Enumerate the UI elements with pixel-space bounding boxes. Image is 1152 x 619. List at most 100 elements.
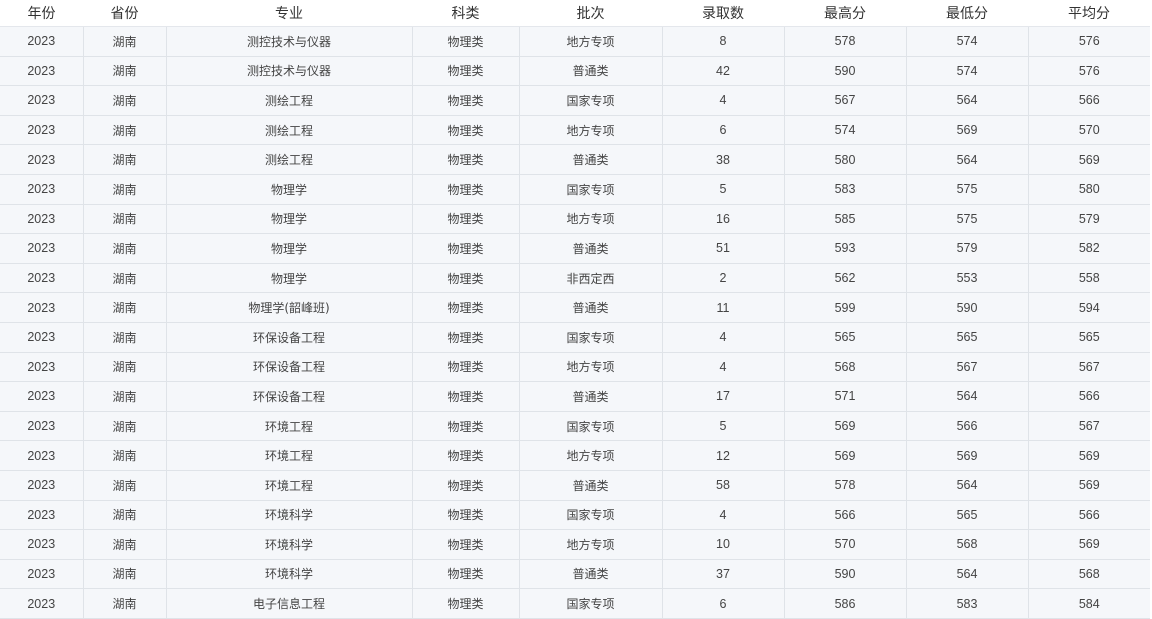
cell-batch: 普通类	[519, 292, 663, 323]
cell-category: 物理类	[412, 233, 520, 264]
cell-year: 2023	[0, 292, 84, 323]
header-batch[interactable]: 批次	[519, 0, 662, 27]
admission-scores-table: 年份 省份 专业 科类 批次 录取数 最高分 最低分 平均分 2023 湖南 测控技术与仪器 物理类地…	[0, 0, 1150, 619]
cell-major: 环保设备工程	[166, 381, 413, 412]
table-row: 2023 湖南 环保设备工程 物理类 地方专项 4 568 567 567	[0, 352, 1150, 383]
cell-major: 测绘工程	[166, 115, 413, 146]
cell-year: 2023	[0, 529, 84, 560]
cell-year: 2023	[0, 588, 84, 619]
cell-min: 575	[906, 174, 1029, 205]
cell-major: 测控技术与仪器	[166, 26, 413, 57]
cell-count: 4	[662, 85, 785, 116]
cell-avg: 567	[1028, 411, 1150, 442]
cell-min: 575	[906, 204, 1029, 235]
cell-count: 4	[662, 352, 785, 383]
cell-category: 物理类	[412, 352, 520, 383]
cell-batch: 地方专项	[519, 115, 663, 146]
header-major[interactable]: 专业	[166, 0, 412, 27]
cell-min: 564	[906, 470, 1029, 501]
cell-province: 湖南	[83, 174, 167, 205]
cell-min: 567	[906, 352, 1029, 383]
header-avg-score[interactable]: 平均分	[1028, 0, 1150, 27]
cell-max: 583	[784, 174, 907, 205]
cell-count: 11	[662, 292, 785, 323]
cell-max: 562	[784, 263, 907, 294]
cell-max: 585	[784, 204, 907, 235]
cell-major: 测绘工程	[166, 144, 413, 175]
cell-max: 578	[784, 470, 907, 501]
cell-max: 580	[784, 144, 907, 175]
cell-year: 2023	[0, 440, 84, 471]
cell-avg: 567	[1028, 352, 1150, 383]
cell-max: 593	[784, 233, 907, 264]
cell-batch: 国家专项	[519, 322, 663, 353]
header-max-score[interactable]: 最高分	[784, 0, 906, 27]
cell-category: 物理类	[412, 411, 520, 442]
cell-avg: 570	[1028, 115, 1150, 146]
cell-min: 565	[906, 322, 1029, 353]
cell-major: 环境工程	[166, 470, 413, 501]
cell-avg: 569	[1028, 470, 1150, 501]
cell-batch: 地方专项	[519, 529, 663, 560]
table-row: 2023 湖南 环境科学 物理类 地方专项 10 570 568 569	[0, 529, 1150, 560]
cell-major: 物理学(韶峰班)	[166, 292, 413, 323]
header-category[interactable]: 科类	[412, 0, 519, 27]
cell-count: 8	[662, 26, 785, 57]
cell-province: 湖南	[83, 559, 167, 590]
cell-avg: 579	[1028, 204, 1150, 235]
cell-batch: 地方专项	[519, 26, 663, 57]
cell-count: 58	[662, 470, 785, 501]
cell-max: 586	[784, 588, 907, 619]
cell-min: 564	[906, 381, 1029, 412]
cell-count: 12	[662, 440, 785, 471]
cell-province: 湖南	[83, 144, 167, 175]
cell-min: 574	[906, 26, 1029, 57]
cell-year: 2023	[0, 559, 84, 590]
cell-major: 环境科学	[166, 559, 413, 590]
cell-category: 物理类	[412, 470, 520, 501]
cell-year: 2023	[0, 174, 84, 205]
cell-batch: 国家专项	[519, 411, 663, 442]
cell-min: 566	[906, 411, 1029, 442]
cell-count: 5	[662, 411, 785, 442]
cell-max: 571	[784, 381, 907, 412]
cell-major: 物理学	[166, 204, 413, 235]
cell-category: 物理类	[412, 85, 520, 116]
cell-category: 物理类	[412, 292, 520, 323]
cell-year: 2023	[0, 115, 84, 146]
table-row: 2023 湖南 电子信息工程 物理类 国家专项 6 586 583 584	[0, 588, 1150, 619]
cell-category: 物理类	[412, 529, 520, 560]
cell-batch: 非西定西	[519, 263, 663, 294]
cell-province: 湖南	[83, 85, 167, 116]
cell-avg: 584	[1028, 588, 1150, 619]
cell-batch: 国家专项	[519, 500, 663, 531]
cell-min: 583	[906, 588, 1029, 619]
cell-major: 环境工程	[166, 411, 413, 442]
cell-avg: 566	[1028, 500, 1150, 531]
table-row: 2023 湖南 物理学 物理类 地方专项 16 585 575 579	[0, 204, 1150, 235]
header-year[interactable]: 年份	[0, 0, 83, 27]
cell-year: 2023	[0, 85, 84, 116]
header-admitted[interactable]: 录取数	[662, 0, 784, 27]
header-province[interactable]: 省份	[83, 0, 166, 27]
cell-min: 579	[906, 233, 1029, 264]
table-row: 2023 湖南 环境科学 物理类 普通类 37 590 564 568	[0, 559, 1150, 590]
cell-min: 553	[906, 263, 1029, 294]
table-row: 2023 湖南 测绘工程 物理类 普通类 38 580 564 569	[0, 144, 1150, 175]
cell-min: 565	[906, 500, 1029, 531]
table-row: 2023 湖南 物理学 物理类 普通类 51 593 579 582	[0, 233, 1150, 264]
header-min-score[interactable]: 最低分	[906, 0, 1028, 27]
cell-province: 湖南	[83, 115, 167, 146]
cell-max: 590	[784, 559, 907, 590]
cell-major: 环境科学	[166, 529, 413, 560]
table-row: 2023 湖南 环境工程 物理类 普通类 58 578 564 569	[0, 470, 1150, 501]
cell-province: 湖南	[83, 26, 167, 57]
table-header-row: 年份 省份 专业 科类 批次 录取数 最高分 最低分 平均分	[0, 0, 1150, 27]
table-row: 2023 湖南 环境工程 物理类 国家专项 5 569 566 567	[0, 411, 1150, 442]
cell-batch: 普通类	[519, 56, 663, 87]
table-row: 2023 湖南 物理学(韶峰班) 物理类 普通类 11 599 590 594	[0, 292, 1150, 323]
cell-province: 湖南	[83, 381, 167, 412]
cell-max: 567	[784, 85, 907, 116]
cell-min: 564	[906, 559, 1029, 590]
cell-avg: 569	[1028, 529, 1150, 560]
